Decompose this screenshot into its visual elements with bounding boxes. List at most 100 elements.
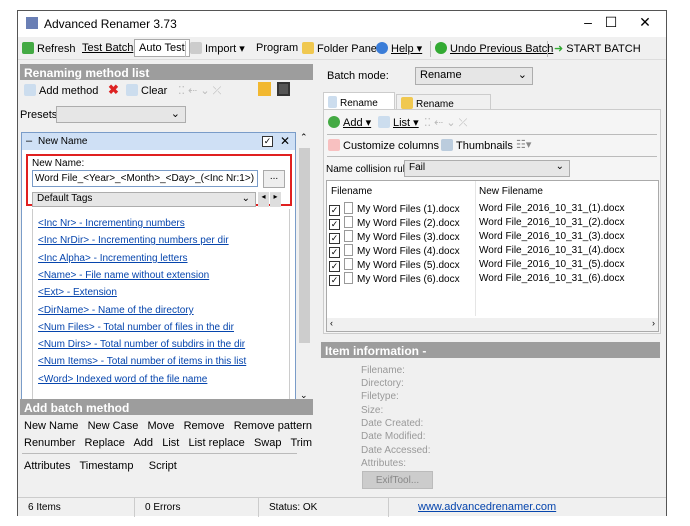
new-filename-cell: Word File_2016_10_31_(1).docx bbox=[479, 203, 624, 214]
batch-mode-select[interactable]: Rename⌄ bbox=[415, 67, 533, 85]
load-icon[interactable] bbox=[258, 82, 271, 96]
file-checkbox[interactable]: ✓ bbox=[329, 233, 340, 244]
item-count: 6 Items bbox=[28, 502, 61, 513]
batch-method-new-case[interactable]: New Case bbox=[88, 420, 139, 432]
prev-tag-icon[interactable]: ◂ bbox=[258, 192, 269, 207]
batch-mode-label: Batch mode: bbox=[327, 70, 389, 82]
batch-method-remove[interactable]: Remove bbox=[184, 420, 225, 432]
file-row[interactable]: ✓My Word Files (6).docxWord File_2016_10… bbox=[329, 272, 649, 286]
file-checkbox[interactable]: ✓ bbox=[329, 247, 340, 258]
file-row[interactable]: ✓My Word Files (5).docxWord File_2016_10… bbox=[329, 258, 649, 272]
thumbnails-label: Thumbnails bbox=[456, 140, 513, 152]
batch-method-trim[interactable]: Trim bbox=[290, 437, 312, 449]
collision-rule-select[interactable]: Fail⌄ bbox=[404, 160, 570, 177]
close-button[interactable]: ✕ bbox=[630, 14, 660, 31]
status-bar: 6 Items 0 Errors Status: OK www.advanced… bbox=[18, 497, 666, 516]
file-checkbox[interactable]: ✓ bbox=[329, 219, 340, 230]
add-method-label: Add method bbox=[39, 85, 98, 97]
batch-method-renumber[interactable]: Renumber bbox=[24, 437, 75, 449]
new-filename-cell: Word File_2016_10_31_(5).docx bbox=[479, 259, 624, 270]
tag-link[interactable]: <DirName> - Name of the directory bbox=[38, 305, 194, 316]
column-header-new-filename[interactable]: New Filename bbox=[479, 186, 543, 197]
filename-cell: My Word Files (4).docx bbox=[357, 246, 460, 257]
file-row[interactable]: ✓My Word Files (4).docxWord File_2016_10… bbox=[329, 244, 649, 258]
next-tag-icon[interactable]: ▸ bbox=[270, 192, 281, 207]
batch-method-replace[interactable]: Replace bbox=[85, 437, 125, 449]
method-list-scrollbar[interactable]: ⌃ ⌄ bbox=[298, 132, 311, 405]
remove-method-icon[interactable]: ✕ bbox=[280, 134, 290, 148]
add-files-button[interactable]: Add ▾ bbox=[328, 116, 371, 129]
scroll-left-icon[interactable]: ‹ bbox=[330, 318, 333, 328]
columns-icon bbox=[328, 139, 340, 151]
batch-method-swap[interactable]: Swap bbox=[254, 437, 282, 449]
collapse-icon[interactable]: – bbox=[26, 135, 32, 147]
scroll-thumb[interactable] bbox=[299, 148, 310, 343]
scroll-right-icon[interactable]: › bbox=[652, 318, 655, 328]
browse-button[interactable]: ... bbox=[263, 170, 285, 188]
batch-method-attributes[interactable]: Attributes bbox=[24, 460, 70, 472]
undo-batch-button[interactable]: Undo Previous Batch bbox=[435, 42, 553, 55]
info-label-date-created: Date Created: bbox=[361, 418, 423, 429]
batch-method-add[interactable]: Add bbox=[133, 437, 153, 449]
file-row[interactable]: ✓My Word Files (2).docxWord File_2016_10… bbox=[329, 216, 649, 230]
file-checkbox[interactable]: ✓ bbox=[329, 275, 340, 286]
customize-columns-button[interactable]: Customize columns bbox=[328, 139, 439, 152]
clear-button[interactable]: Clear bbox=[126, 84, 167, 97]
program-button[interactable]: Program bbox=[256, 42, 298, 54]
import-label: Import ▾ bbox=[205, 43, 245, 55]
tag-link[interactable]: <Name> - File name without extension bbox=[38, 270, 209, 281]
tab-rename-folders[interactable]: Rename Folders bbox=[396, 94, 491, 110]
error-count: 0 Errors bbox=[145, 502, 181, 513]
scroll-up-icon[interactable]: ⌃ bbox=[300, 132, 308, 143]
start-batch-button[interactable]: ➜ START BATCH bbox=[554, 42, 641, 55]
file-checkbox[interactable]: ✓ bbox=[329, 261, 340, 272]
exiftool-button[interactable]: ExifTool... bbox=[362, 471, 433, 489]
folder-panel-button[interactable]: Folder Panel bbox=[302, 42, 379, 55]
tab-rename-files[interactable]: Rename Files bbox=[323, 92, 395, 110]
file-row[interactable]: ✓My Word Files (1).docxWord File_2016_10… bbox=[329, 202, 649, 216]
batch-method-list[interactable]: List bbox=[162, 437, 179, 449]
list-button[interactable]: List ▾ bbox=[378, 116, 419, 129]
tag-link[interactable]: <Ext> - Extension bbox=[38, 287, 117, 298]
thumbnails-button[interactable]: Thumbnails bbox=[441, 139, 513, 152]
file-row[interactable]: ✓My Word Files (3).docxWord File_2016_10… bbox=[329, 230, 649, 244]
tag-link[interactable]: <Num Dirs> - Total number of subdirs in … bbox=[38, 339, 245, 350]
refresh-button[interactable]: Refresh bbox=[22, 42, 76, 55]
tag-link[interactable]: <Num Files> - Total number of files in t… bbox=[38, 322, 234, 333]
import-button[interactable]: Import ▾ bbox=[190, 42, 245, 55]
tag-link[interactable]: <Inc Alpha> - Incrementing letters bbox=[38, 253, 188, 264]
tag-link[interactable]: <Inc NrDir> - Incrementing numbers per d… bbox=[38, 235, 229, 246]
auto-test-toggle[interactable]: Auto Test bbox=[134, 39, 190, 57]
tags-select[interactable]: Default Tags⌄ bbox=[32, 192, 256, 207]
batch-method-script[interactable]: Script bbox=[149, 460, 177, 472]
tag-link[interactable]: <Word> Indexed word of the file name bbox=[38, 374, 207, 385]
chevron-down-icon: ⌄ bbox=[556, 161, 564, 172]
method-enabled-checkbox[interactable]: ✓ bbox=[262, 136, 273, 147]
batch-method-move[interactable]: Move bbox=[148, 420, 175, 432]
website-link[interactable]: www.advancedrenamer.com bbox=[418, 501, 556, 513]
delete-icon[interactable]: ✖ bbox=[108, 82, 119, 98]
presets-select[interactable]: ⌄ bbox=[56, 106, 186, 123]
tag-link[interactable]: <Inc Nr> - Incrementing numbers bbox=[38, 218, 185, 229]
add-method-icon bbox=[24, 84, 36, 96]
batch-methods-row-2: Renumber Replace Add List List replace S… bbox=[24, 437, 312, 449]
batch-method-new-name[interactable]: New Name bbox=[24, 420, 78, 432]
help-button[interactable]: Help ▾ bbox=[376, 42, 422, 55]
maximize-button[interactable]: ☐ bbox=[596, 14, 626, 31]
test-batch-button[interactable]: Test Batch bbox=[82, 42, 133, 54]
refresh-icon bbox=[22, 42, 34, 54]
window-title: Advanced Renamer 3.73 bbox=[44, 17, 177, 31]
batch-method-timestamp[interactable]: Timestamp bbox=[79, 460, 133, 472]
horizontal-scrollbar[interactable]: ‹ › bbox=[327, 318, 658, 331]
batch-method-list-replace[interactable]: List replace bbox=[189, 437, 245, 449]
file-checkbox[interactable]: ✓ bbox=[329, 205, 340, 216]
view-options-icon[interactable]: ☷▾ bbox=[516, 138, 531, 151]
new-filename-cell: Word File_2016_10_31_(6).docx bbox=[479, 273, 624, 284]
customize-label: Customize columns bbox=[343, 140, 439, 152]
new-name-input[interactable] bbox=[32, 170, 258, 187]
batch-method-remove-pattern[interactable]: Remove pattern bbox=[234, 420, 312, 432]
save-icon[interactable] bbox=[277, 82, 290, 96]
column-header-filename[interactable]: Filename bbox=[331, 186, 372, 197]
add-method-button[interactable]: Add method bbox=[24, 84, 98, 97]
tag-link[interactable]: <Num Items> - Total number of items in t… bbox=[38, 356, 246, 367]
